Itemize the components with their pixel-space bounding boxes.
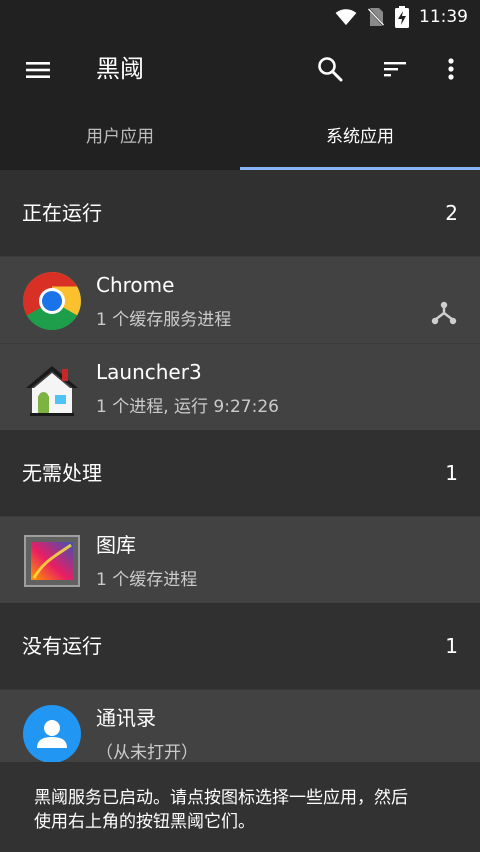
section-count: 2 <box>445 201 458 225</box>
app-status: 1 个进程, 运行 9:27:26 <box>96 397 279 417</box>
status-bar: 11:39 <box>0 0 480 34</box>
section-title: 正在运行 <box>22 201 102 225</box>
app-name: Chrome <box>96 273 175 297</box>
app-name: 通讯录 <box>96 706 156 730</box>
section-header-running: 正在运行 2 <box>0 170 480 256</box>
app-status: 1 个缓存进程 <box>96 570 198 590</box>
sort-button[interactable] <box>380 54 410 84</box>
list-item-chrome[interactable]: Chrome 1 个缓存服务进程 <box>0 256 480 343</box>
snackbar-line-2: 使用右上角的按钮黑阈它们。 <box>34 812 255 832</box>
chrome-icon <box>23 272 81 330</box>
app-name: 图库 <box>96 533 136 557</box>
status-icons: 11:39 <box>335 0 468 34</box>
section-title: 没有运行 <box>22 634 102 658</box>
section-count: 1 <box>445 634 458 658</box>
section-header-no-action: 无需处理 1 <box>0 430 480 516</box>
tab-system-apps[interactable]: 系统应用 <box>240 104 480 170</box>
sort-icon <box>384 62 406 77</box>
wifi-icon <box>335 9 357 26</box>
battery-charging-icon <box>395 6 409 28</box>
status-clock: 11:39 <box>419 7 468 27</box>
menu-button[interactable] <box>24 56 52 84</box>
section-count: 1 <box>445 461 458 485</box>
list-item-gallery[interactable]: 图库 1 个缓存进程 <box>0 516 480 603</box>
section-header-not-running: 没有运行 1 <box>0 603 480 689</box>
contacts-icon <box>23 705 81 763</box>
menu-icon <box>26 62 50 78</box>
launcher-house-icon <box>26 366 78 416</box>
section-title: 无需处理 <box>22 461 102 485</box>
app-list: 正在运行 2 Chrome 1 个缓存服务进程 Launcher3 1 个进程,… <box>0 170 480 776</box>
more-vert-icon <box>448 58 454 80</box>
app-status: 1 个缓存服务进程 <box>96 310 232 330</box>
search-icon <box>318 57 343 82</box>
list-item-launcher3[interactable]: Launcher3 1 个进程, 运行 9:27:26 <box>0 343 480 430</box>
app-name: Launcher3 <box>96 360 202 384</box>
search-button[interactable] <box>315 54 345 84</box>
tab-user-apps[interactable]: 用户应用 <box>0 104 240 170</box>
app-bar: 黑阈 用户应用 系统应用 <box>0 34 480 170</box>
fork-icon[interactable] <box>430 299 458 327</box>
snackbar-message: 黑阈服务已启动。请点按图标选择一些应用，然后 使用右上角的按钮黑阈它们。 <box>34 786 454 834</box>
toolbar: 黑阈 <box>0 34 480 104</box>
more-options-button[interactable] <box>436 54 466 84</box>
tab-bar: 用户应用 系统应用 <box>0 104 480 170</box>
no-sim-icon <box>367 7 385 27</box>
gallery-icon <box>24 535 80 587</box>
page-title: 黑阈 <box>96 55 144 83</box>
snackbar: 黑阈服务已启动。请点按图标选择一些应用，然后 使用右上角的按钮黑阈它们。 <box>0 762 480 852</box>
snackbar-line-1: 黑阈服务已启动。请点按图标选择一些应用，然后 <box>34 788 408 808</box>
